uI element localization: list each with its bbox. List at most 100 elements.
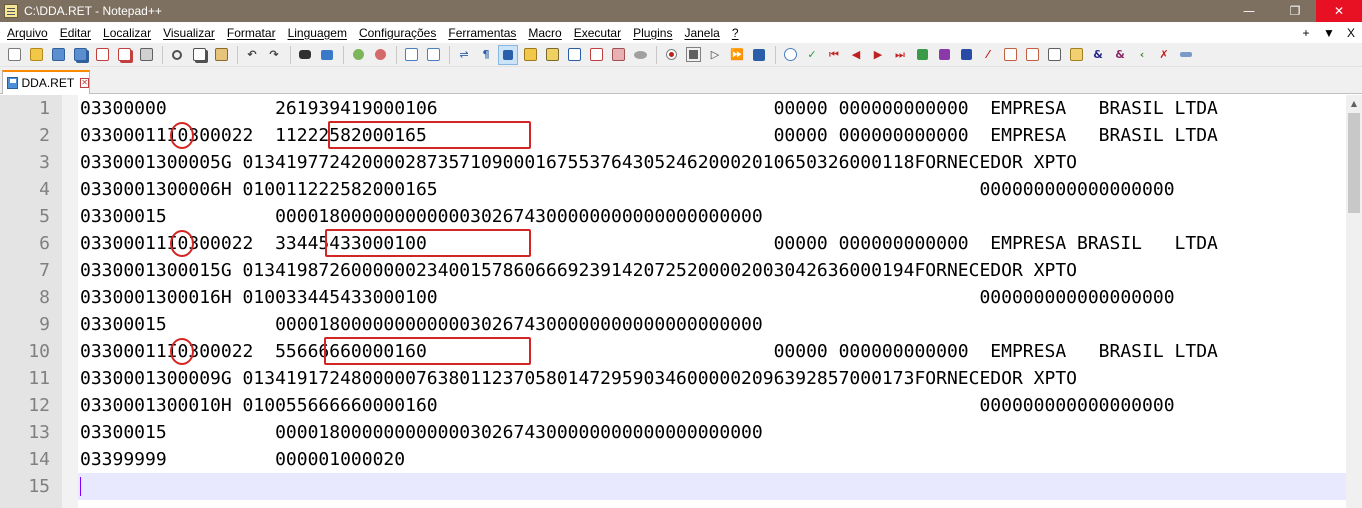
plugin-icon-4[interactable] bbox=[956, 45, 976, 65]
menu-macro[interactable]: Macro bbox=[523, 26, 566, 40]
cut-icon[interactable] bbox=[167, 45, 187, 65]
plugin-icon-6[interactable] bbox=[1000, 45, 1020, 65]
tab-list-button[interactable]: ▼ bbox=[1320, 22, 1338, 43]
tab-label: DDA.RET bbox=[21, 76, 75, 90]
undo-icon[interactable]: ↶ bbox=[242, 45, 262, 65]
editor-line: 7 0330001300015G 01341987260000002340015… bbox=[0, 257, 1362, 284]
ampersand-strike-icon[interactable]: & bbox=[1110, 45, 1130, 65]
menu-configuracoes[interactable]: Configurações bbox=[354, 26, 441, 40]
sync-vertical-icon[interactable] bbox=[401, 45, 421, 65]
maximize-button[interactable]: ❐ bbox=[1272, 0, 1318, 22]
new-tab-button[interactable]: + bbox=[1297, 22, 1315, 43]
copy-icon[interactable] bbox=[189, 45, 209, 65]
toolbar-separator bbox=[237, 45, 238, 64]
plugin-icon-5[interactable]: ⁄ bbox=[978, 45, 998, 65]
editor-line: 1 03300000 261939419000106 00000 0000000… bbox=[0, 95, 1362, 122]
save-macro-icon[interactable] bbox=[749, 45, 769, 65]
menu-janela[interactable]: Janela bbox=[679, 26, 724, 40]
close-document-button[interactable]: X bbox=[1342, 22, 1360, 43]
new-file-icon[interactable] bbox=[4, 45, 24, 65]
tag-left-icon[interactable]: ‹ bbox=[1132, 45, 1152, 65]
window-title: C:\DDA.RET - Notepad++ bbox=[24, 4, 162, 18]
line-text: 0330001300010H 010055666660000160 000000… bbox=[80, 395, 1175, 416]
function-list-icon[interactable] bbox=[564, 45, 584, 65]
current-line: 15 bbox=[0, 473, 1362, 500]
menu-plugins[interactable]: Plugins bbox=[628, 26, 677, 40]
menu-linguagem[interactable]: Linguagem bbox=[283, 26, 352, 40]
line-text: 0330001300006H 010011222582000165 000000… bbox=[80, 179, 1175, 200]
menu-ferramentas[interactable]: Ferramentas bbox=[443, 26, 521, 40]
editor-line: 2 03300011I0300022 11222582000165 00000 … bbox=[0, 122, 1362, 149]
indent-guide-icon[interactable] bbox=[498, 44, 518, 65]
previous-icon[interactable]: ◀ bbox=[846, 45, 866, 65]
zoom-out-icon[interactable] bbox=[370, 45, 390, 65]
print-icon[interactable] bbox=[136, 45, 156, 65]
plugin-icon-7[interactable] bbox=[1022, 45, 1042, 65]
language-icon[interactable] bbox=[520, 45, 540, 65]
stop-macro-icon[interactable] bbox=[683, 45, 703, 65]
tab-dda-ret[interactable]: DDA.RET ✕ bbox=[2, 70, 90, 94]
plugin-icon-1[interactable] bbox=[780, 45, 800, 65]
show-all-chars-icon[interactable]: ¶ bbox=[476, 45, 496, 65]
line-text: 03300015 0000180000000000003026743000000… bbox=[80, 206, 763, 227]
sync-horizontal-icon[interactable] bbox=[423, 45, 443, 65]
editor-line: 11 0330001300009G 0134191724800000763801… bbox=[0, 365, 1362, 392]
doc-map-icon[interactable] bbox=[542, 45, 562, 65]
find-icon[interactable] bbox=[295, 45, 315, 65]
next-icon[interactable]: ▶ bbox=[868, 45, 888, 65]
line-text: 03300000 261939419000106 00000 000000000… bbox=[80, 98, 1218, 119]
menu-editar[interactable]: Editar bbox=[55, 26, 96, 40]
line-number: 7 bbox=[39, 260, 50, 281]
last-icon[interactable]: ⏭ bbox=[890, 45, 910, 65]
close-icon[interactable]: ✕ bbox=[80, 78, 89, 88]
plugin-icon-8[interactable] bbox=[1044, 45, 1064, 65]
eye-icon[interactable] bbox=[630, 45, 650, 65]
folder-workspace-icon[interactable] bbox=[586, 45, 606, 65]
paste-icon[interactable] bbox=[211, 45, 231, 65]
close-icon[interactable] bbox=[92, 45, 112, 65]
open-file-icon[interactable] bbox=[26, 45, 46, 65]
ampersand-icon[interactable]: & bbox=[1088, 45, 1108, 65]
word-wrap-icon[interactable]: ⇌ bbox=[454, 45, 474, 65]
redo-icon[interactable]: ↷ bbox=[264, 45, 284, 65]
vertical-scrollbar[interactable]: ▲ bbox=[1346, 95, 1362, 508]
current-line-highlight bbox=[78, 473, 1346, 500]
notepad-icon bbox=[4, 4, 18, 18]
plugin-icon-3[interactable] bbox=[934, 45, 954, 65]
menu-formatar[interactable]: Formatar bbox=[222, 26, 281, 40]
play-macro-icon[interactable]: ▷ bbox=[705, 45, 725, 65]
wrench-icon[interactable] bbox=[1176, 45, 1196, 65]
record-macro-icon[interactable] bbox=[661, 45, 681, 65]
close-all-icon[interactable] bbox=[114, 45, 134, 65]
menu-visualizar[interactable]: Visualizar bbox=[158, 26, 220, 40]
title-bar: C:\DDA.RET - Notepad++ — ❐ ✕ bbox=[0, 0, 1362, 22]
editor[interactable]: 1 03300000 261939419000106 00000 0000000… bbox=[0, 95, 1362, 508]
checkmark-icon[interactable]: ✓ bbox=[802, 45, 822, 65]
text-caret bbox=[80, 477, 81, 496]
zoom-in-icon[interactable] bbox=[348, 45, 368, 65]
tab-bar: DDA.RET ✕ bbox=[0, 67, 1362, 94]
first-icon[interactable]: ⏮ bbox=[824, 45, 844, 65]
minimize-button[interactable]: — bbox=[1226, 0, 1272, 22]
menu-arquivo[interactable]: Arquivo bbox=[2, 26, 53, 40]
scroll-thumb[interactable] bbox=[1348, 113, 1360, 213]
plugin-icon-9[interactable] bbox=[1066, 45, 1086, 65]
plugin-icon-2[interactable] bbox=[912, 45, 932, 65]
highlight-circle bbox=[170, 122, 194, 149]
line-number: 12 bbox=[28, 395, 50, 416]
menu-localizar[interactable]: Localizar bbox=[98, 26, 156, 40]
run-macro-multiple-icon[interactable]: ⏩ bbox=[727, 45, 747, 65]
tag-remove-icon[interactable]: ✗ bbox=[1154, 45, 1174, 65]
editor-line: 5 03300015 00001800000000000030267430000… bbox=[0, 203, 1362, 230]
save-all-icon[interactable] bbox=[70, 45, 90, 65]
menu-executar[interactable]: Executar bbox=[569, 26, 626, 40]
close-button[interactable]: ✕ bbox=[1316, 0, 1362, 22]
line-number: 6 bbox=[39, 233, 50, 254]
editor-line: 10 03300011I0300022 55666660000160 00000… bbox=[0, 338, 1362, 365]
menu-help[interactable]: ? bbox=[727, 26, 744, 40]
replace-icon[interactable] bbox=[317, 45, 337, 65]
monitor-icon[interactable] bbox=[608, 45, 628, 65]
save-icon[interactable] bbox=[48, 45, 68, 65]
scroll-up-arrow-icon[interactable]: ▲ bbox=[1346, 95, 1362, 111]
line-text: 03399999 000001000020 bbox=[80, 449, 406, 470]
